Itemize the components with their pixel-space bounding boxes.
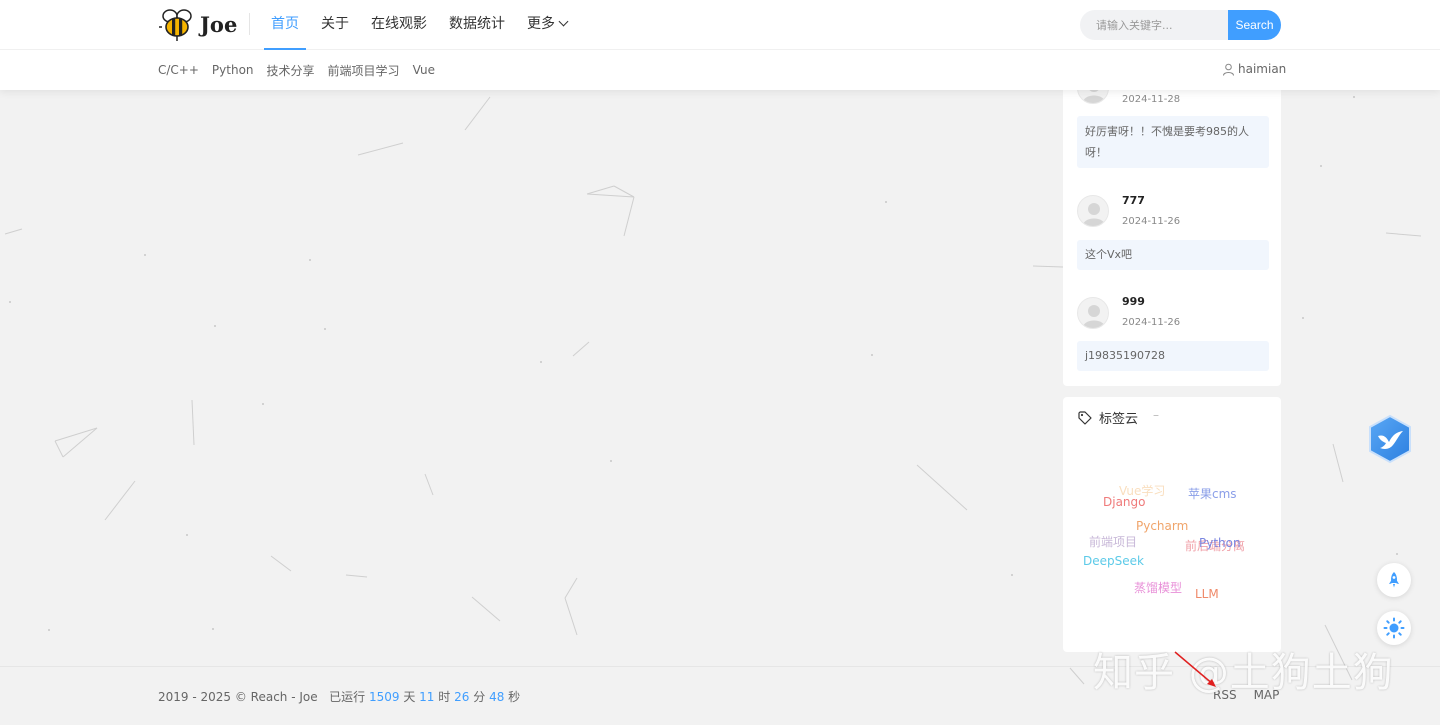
rocket-icon: [1389, 572, 1399, 588]
tag-distillation-model[interactable]: 蒸馏模型: [1134, 579, 1182, 596]
default-avatar-icon: [1083, 305, 1105, 328]
nav-item-more[interactable]: 更多: [516, 0, 578, 50]
user-icon: [1223, 63, 1234, 76]
comment-author: 999: [1122, 295, 1145, 308]
hours-unit: 时: [438, 690, 451, 704]
bee-logo-icon: [159, 9, 192, 41]
main-nav: 首页 关于 在线观影 数据统计 更多: [260, 0, 578, 50]
comment-date: 2024-11-28: [1122, 94, 1181, 105]
running-hours: 11: [419, 690, 435, 704]
comment-date: 2024-11-26: [1122, 317, 1181, 328]
site-footer: 2019 - 2025 © Reach - Joe 已运行 1509 天 11 …: [158, 688, 520, 705]
running-prefix: 已运行: [329, 690, 366, 704]
sun-icon: [1383, 617, 1405, 639]
bird-widget-button[interactable]: [1366, 414, 1414, 464]
avatar: [1077, 195, 1109, 227]
site-logo[interactable]: Joe: [158, 4, 237, 44]
bird-icon: [1369, 414, 1411, 464]
comment-date: 2024-11-26: [1122, 216, 1181, 227]
username: haimian: [1238, 62, 1287, 76]
nav-item-movies[interactable]: 在线观影: [360, 0, 438, 50]
comment-content: 这个Vx吧: [1077, 240, 1269, 270]
tag-pycharm[interactable]: Pycharm: [1136, 519, 1188, 533]
minutes-unit: 分: [473, 690, 486, 704]
running-minutes: 26: [454, 690, 470, 704]
tag-deepseek[interactable]: DeepSeek: [1083, 554, 1144, 568]
nav-item-statistics[interactable]: 数据统计: [438, 0, 516, 50]
category-frontend-projects[interactable]: 前端项目学习: [328, 62, 400, 79]
red-arrow-icon: [1174, 651, 1216, 687]
collapse-dash[interactable]: –: [1153, 408, 1159, 422]
running-days: 1509: [368, 690, 400, 704]
comment-item[interactable]: 2024-11-28 好厉害呀！！不愧是要考985的人呀！: [1077, 90, 1269, 172]
search-input[interactable]: [1080, 10, 1228, 40]
comment-item[interactable]: 999 2024-11-26 j19835190728: [1077, 295, 1269, 375]
category-nav: C/C++ Python 技术分享 前端项目学习 Vue: [158, 50, 448, 90]
comment-author: 777: [1122, 194, 1145, 207]
category-tech-share[interactable]: 技术分享: [267, 62, 315, 79]
back-to-top-button[interactable]: [1377, 563, 1411, 597]
category-cpp[interactable]: C/C++: [158, 63, 199, 77]
tag-cloud-card: 标签云 – Vue学习 苹果cms Django Pycharm 前端项目 前后…: [1063, 397, 1281, 652]
comment-content: j19835190728: [1077, 341, 1269, 371]
tag-apple-cms[interactable]: 苹果cms: [1188, 485, 1237, 502]
header-top-bar: Joe 首页 关于 在线观影 数据统计 更多 Search: [0, 0, 1440, 50]
nav-item-home[interactable]: 首页: [260, 0, 310, 50]
tag-django[interactable]: Django: [1103, 495, 1146, 509]
latest-comments-card: 2024-11-28 好厉害呀！！不愧是要考985的人呀！ 777 2024-1…: [1063, 90, 1281, 386]
comment-content: 好厉害呀！！不愧是要考985的人呀！: [1077, 116, 1269, 168]
avatar: [1077, 297, 1109, 329]
tag-python[interactable]: Python: [1199, 536, 1241, 550]
default-avatar-icon: [1083, 203, 1105, 226]
chevron-down-icon: [558, 16, 569, 27]
header-sub-bar: C/C++ Python 技术分享 前端项目学习 Vue haimian: [0, 50, 1440, 90]
logo-divider: [249, 13, 250, 35]
watermark: 知乎 @土狗土狗: [1093, 650, 1394, 696]
user-link[interactable]: haimian: [1222, 62, 1286, 76]
category-vue[interactable]: Vue: [413, 63, 435, 77]
comment-item[interactable]: 777 2024-11-26 这个Vx吧: [1077, 194, 1269, 274]
search-box: Search: [1080, 10, 1281, 40]
tag-llm[interactable]: LLM: [1195, 587, 1219, 601]
tag-cloud-title: 标签云: [1078, 408, 1138, 427]
nav-more-label: 更多: [527, 16, 555, 32]
tag-cloud-title-text: 标签云: [1099, 412, 1139, 427]
site-header: Joe 首页 关于 在线观影 数据统计 更多 Search C/C++ Pyth…: [0, 0, 1440, 90]
running-seconds: 48: [489, 690, 505, 704]
tag-icon: [1078, 410, 1092, 425]
copyright: 2019 - 2025 © Reach - Joe: [158, 690, 318, 704]
default-avatar-icon: [1083, 90, 1105, 103]
logo-text: Joe: [200, 11, 238, 37]
seconds-unit: 秒: [508, 690, 521, 704]
avatar: [1077, 90, 1109, 104]
search-button[interactable]: Search: [1228, 10, 1281, 40]
nav-item-about[interactable]: 关于: [310, 0, 360, 50]
tag-frontend-project[interactable]: 前端项目: [1089, 533, 1137, 550]
days-unit: 天: [403, 690, 416, 704]
category-python[interactable]: Python: [212, 63, 254, 77]
